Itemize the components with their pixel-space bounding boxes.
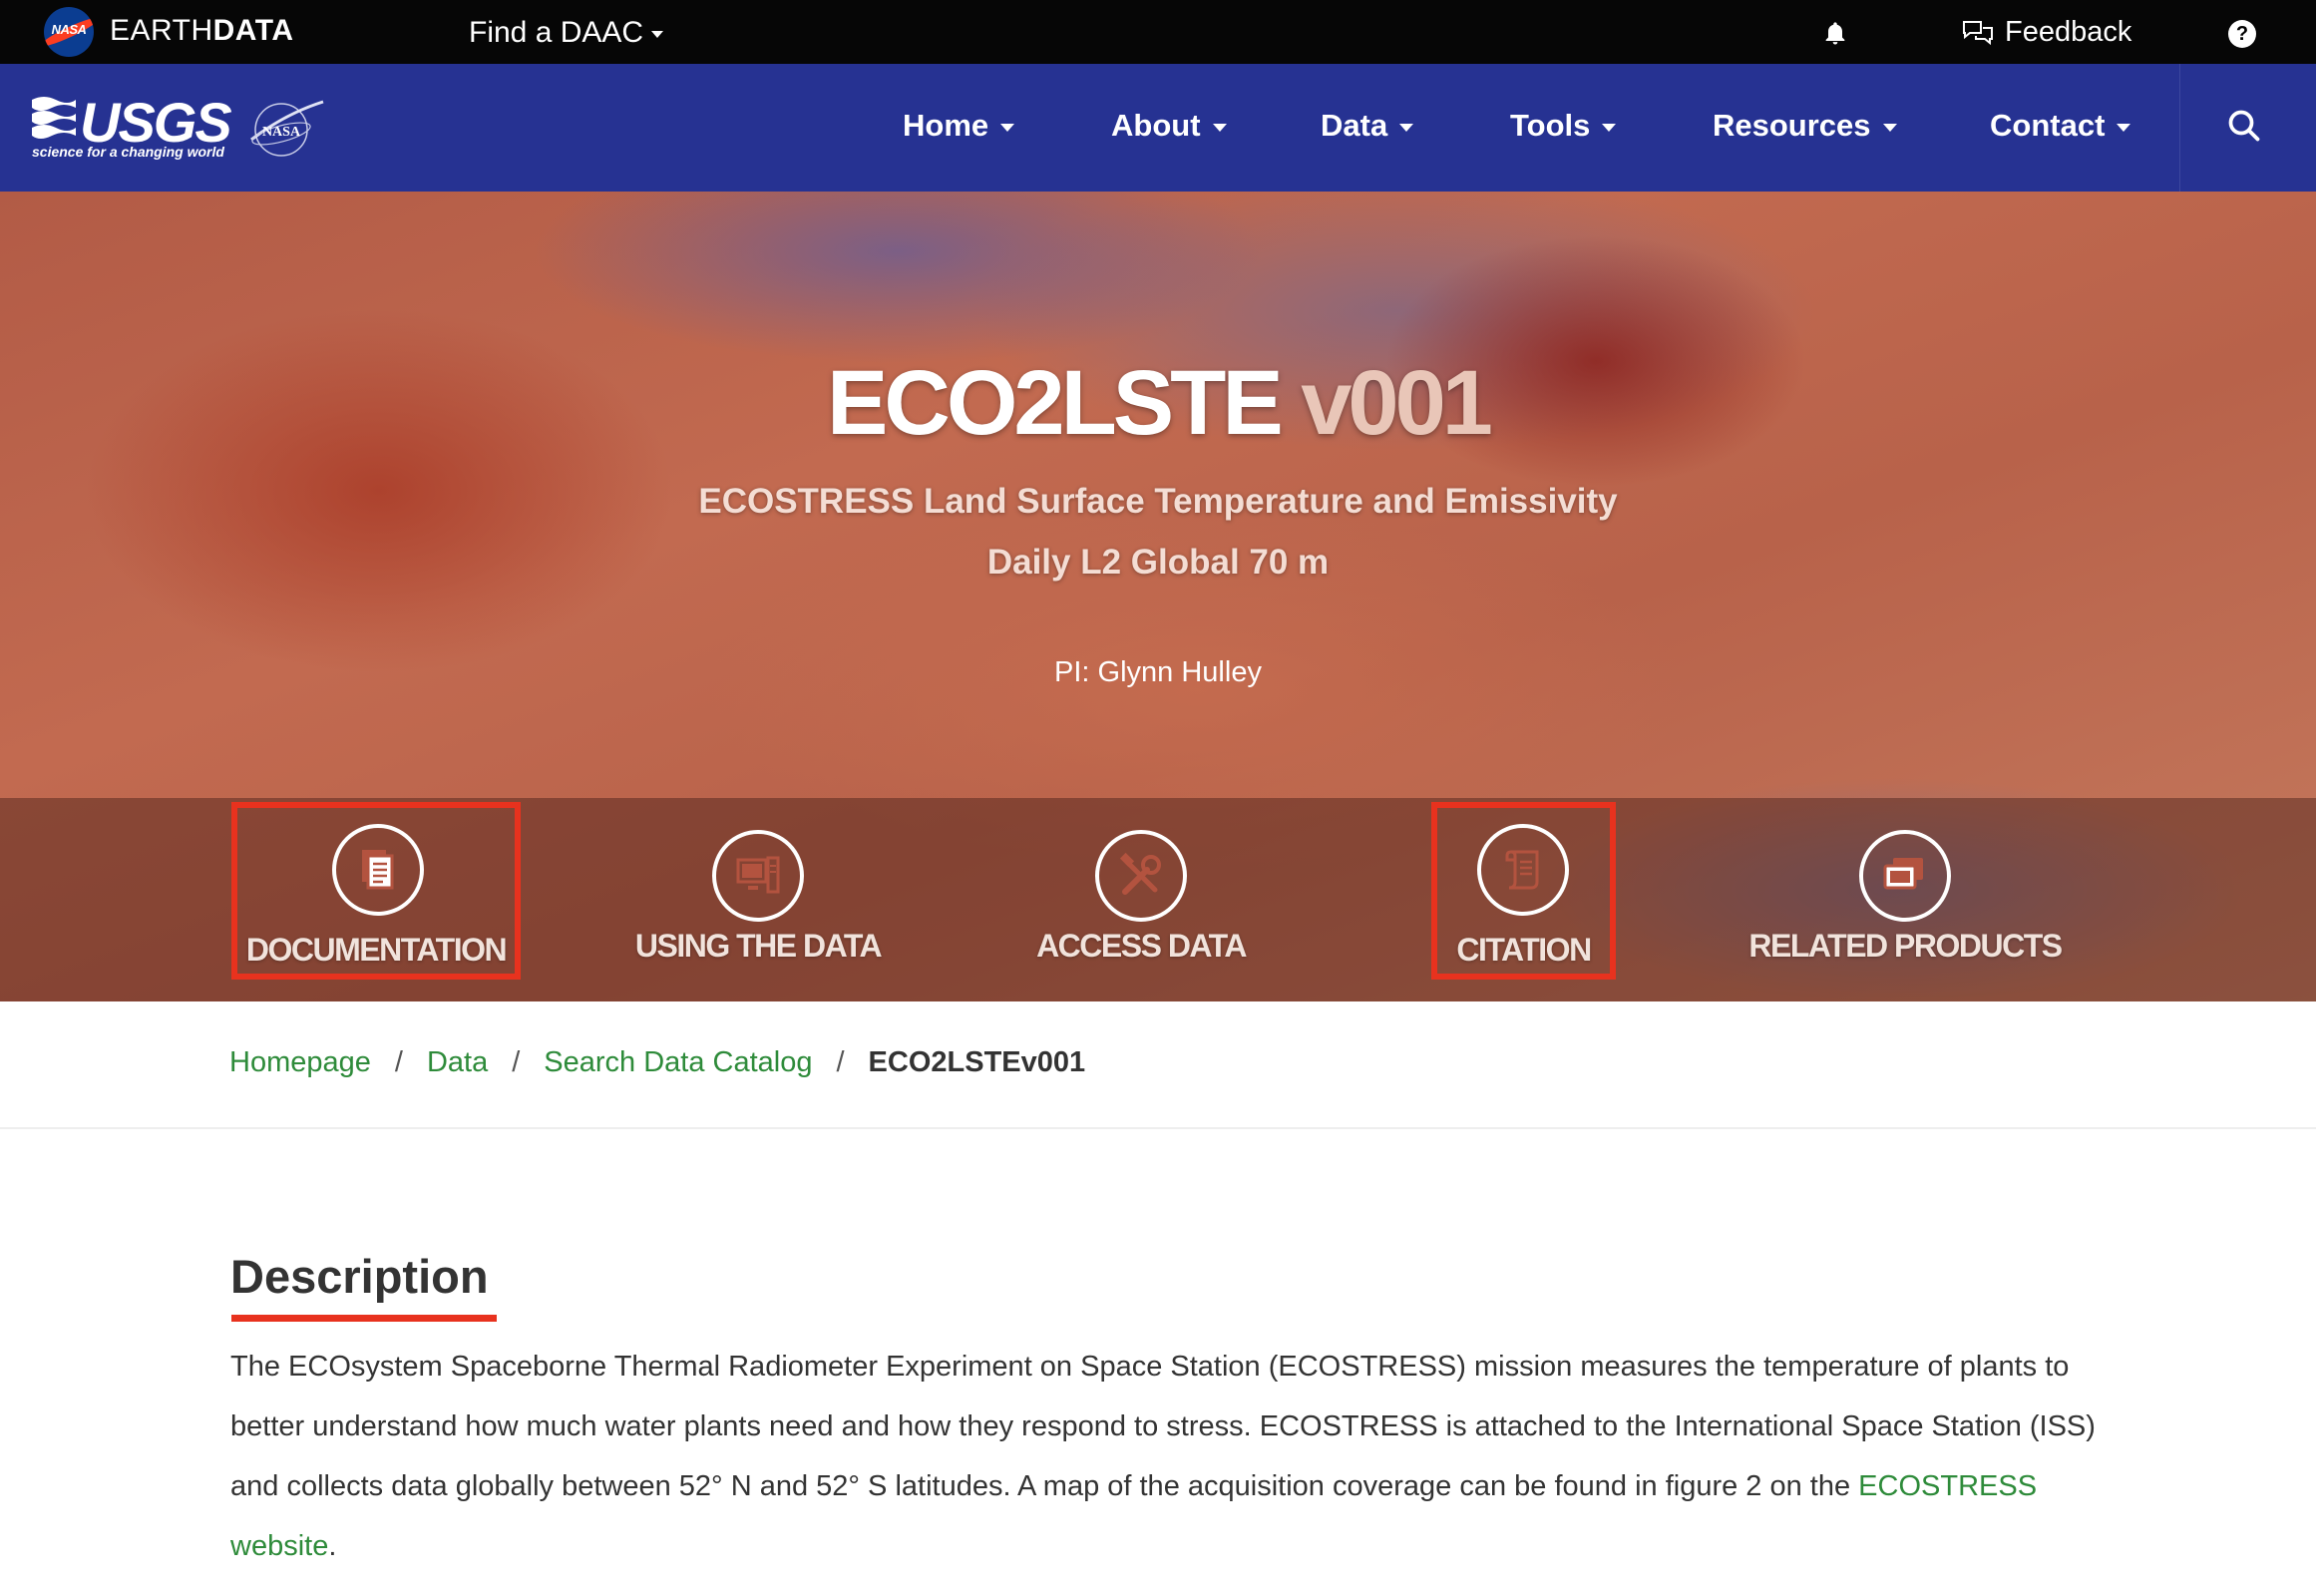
computer-icon [712,830,804,922]
chevron-down-icon [1399,123,1414,132]
chevron-down-icon [1000,123,1015,132]
nav-home[interactable]: Home [903,108,1015,144]
nasa-logo-icon[interactable]: NASA [44,7,94,57]
quicklink-access-data[interactable]: ACCESS DATA [1001,798,1281,1001]
document-icon [332,824,424,916]
earthdata-brand[interactable]: EARTHDATA [110,14,294,48]
nav-data[interactable]: Data [1321,108,1414,144]
breadcrumb-divider [0,1127,2316,1129]
heading-underline [231,1315,497,1322]
help-icon[interactable]: ? [2228,20,2256,48]
breadcrumb-search-data-catalog[interactable]: Search Data Catalog [544,1046,812,1078]
quicklink-using-the-data[interactable]: USING THE DATA [618,798,898,1001]
breadcrumb-homepage[interactable]: Homepage [229,1046,371,1078]
hero-subtitle: ECOSTRESS Land Surface Temperature and E… [698,482,1618,582]
find-daac-dropdown[interactable]: Find a DAAC [469,16,664,50]
breadcrumb-separator: / [512,1046,521,1078]
nav-divider [2179,64,2180,192]
nav-about[interactable]: About [1111,108,1227,144]
nav-tools[interactable]: Tools [1510,108,1617,144]
chevron-down-icon [2117,123,2131,132]
feedback-link[interactable]: Feedback [1961,16,2131,49]
earthdata-topbar: NASA EARTHDATA Find a DAAC Feedback ? [0,0,2316,64]
chevron-down-icon [1602,123,1617,132]
nav-contact[interactable]: Contact [1990,108,2131,144]
bell-icon[interactable] [1821,20,1849,48]
chevron-down-icon [1882,123,1897,132]
tools-icon [1095,830,1187,922]
quicklink-documentation[interactable]: DOCUMENTATION [231,802,521,980]
chevron-down-icon [1212,123,1227,132]
quicklink-related-products[interactable]: RELATED PRODUCTS [1736,798,2075,1001]
scroll-icon [1477,824,1569,916]
hero-pi: PI: Glynn Hulley [1054,656,1262,688]
breadcrumb: Homepage / Data / Search Data Catalog / ECO2LS… [229,1046,1085,1079]
main-navbar: USGS science for a changing world NASA H… [0,64,2316,192]
description-heading: Description [230,1250,489,1303]
usgs-waves-icon [32,97,76,139]
breadcrumb-current: ECO2LSTEv001 [868,1046,1086,1078]
search-icon[interactable] [2226,108,2262,144]
description-text: The ECOsystem Spaceborne Thermal Radiome… [230,1351,2096,1562]
quicklinks-bar: DOCUMENTATION USING THE DATA ACCESS DATA… [0,798,2316,1001]
hero-banner: ECO2LSTE v001 ECOSTRESS Land Surface Tem… [0,192,2316,1001]
nav-resources[interactable]: Resources [1713,108,1897,144]
caret-down-icon [651,30,664,38]
breadcrumb-separator: / [394,1046,403,1078]
monitors-icon [1859,830,1951,922]
chat-bubbles-icon [1963,20,1993,45]
svg-text:NASA: NASA [262,125,301,140]
breadcrumb-separator: / [836,1046,845,1078]
quicklink-citation[interactable]: CITATION [1431,802,1616,980]
nasa-insignia-icon[interactable]: NASA [245,94,325,164]
hero-title: ECO2LSTE v001 [827,352,1493,454]
breadcrumb-data[interactable]: Data [427,1046,488,1078]
